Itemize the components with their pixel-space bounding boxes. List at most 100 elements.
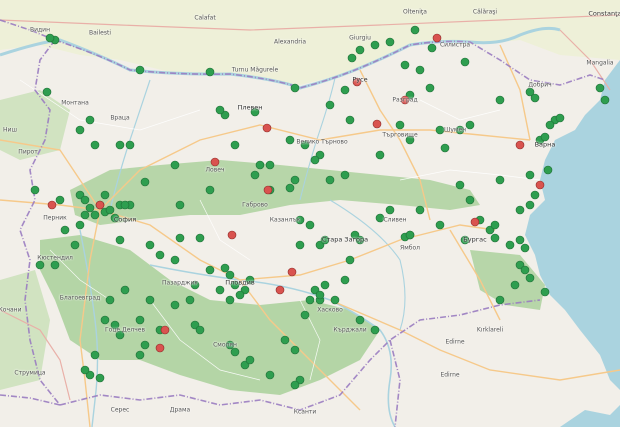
map-marker-green[interactable] <box>185 295 195 305</box>
map-marker-green[interactable] <box>340 85 350 95</box>
map-marker-green[interactable] <box>440 143 450 153</box>
map-marker-green[interactable] <box>285 135 295 145</box>
map-marker-green[interactable] <box>110 320 120 330</box>
map-marker-green[interactable] <box>290 345 300 355</box>
map-marker-green[interactable] <box>50 260 60 270</box>
map-marker-green[interactable] <box>175 233 185 243</box>
map-marker-green[interactable] <box>510 280 520 290</box>
map-marker-green[interactable] <box>405 230 415 240</box>
map-marker-green[interactable] <box>245 355 255 365</box>
map-marker-green[interactable] <box>230 140 240 150</box>
map-marker-green[interactable] <box>290 83 300 93</box>
map-marker-green[interactable] <box>427 43 437 53</box>
map-marker-green[interactable] <box>170 300 180 310</box>
map-marker-green[interactable] <box>120 200 130 210</box>
map-marker-green[interactable] <box>110 213 120 223</box>
map-marker-green[interactable] <box>305 295 315 305</box>
map-marker-green[interactable] <box>600 95 610 105</box>
map-marker-green[interactable] <box>460 57 470 67</box>
map-marker-green[interactable] <box>530 190 540 200</box>
map-marker-green[interactable] <box>435 125 445 135</box>
map-marker-green[interactable] <box>515 205 525 215</box>
map-marker-green[interactable] <box>515 235 525 245</box>
map-marker-green[interactable] <box>230 280 240 290</box>
map-marker-green[interactable] <box>295 215 305 225</box>
map-marker-red[interactable] <box>515 140 525 150</box>
map-marker-green[interactable] <box>455 125 465 135</box>
map-marker-green[interactable] <box>195 325 205 335</box>
map-marker-green[interactable] <box>190 280 200 290</box>
map-marker-red[interactable] <box>262 123 272 133</box>
map-marker-green[interactable] <box>375 213 385 223</box>
map-marker-green[interactable] <box>115 330 125 340</box>
map-marker-green[interactable] <box>410 25 420 35</box>
map-marker-green[interactable] <box>170 255 180 265</box>
map-marker-green[interactable] <box>42 87 52 97</box>
map-marker-green[interactable] <box>290 175 300 185</box>
map-marker-green[interactable] <box>100 315 110 325</box>
map-marker-green[interactable] <box>345 115 355 125</box>
map-marker-green[interactable] <box>555 113 565 123</box>
map-marker-green[interactable] <box>395 120 405 130</box>
map-marker-green[interactable] <box>525 273 535 283</box>
map-marker-green[interactable] <box>355 235 365 245</box>
map-marker-green[interactable] <box>320 235 330 245</box>
map-marker-green[interactable] <box>340 275 350 285</box>
map-marker-green[interactable] <box>285 183 295 193</box>
map-marker-green[interactable] <box>265 160 275 170</box>
map-marker-red[interactable] <box>352 77 362 87</box>
map-marker-green[interactable] <box>105 295 115 305</box>
map-marker-green[interactable] <box>300 310 310 320</box>
map-marker-red[interactable] <box>432 33 442 43</box>
map-marker-green[interactable] <box>325 175 335 185</box>
map-marker-green[interactable] <box>135 315 145 325</box>
map-marker-green[interactable] <box>225 270 235 280</box>
map-marker-green[interactable] <box>195 233 205 243</box>
map-marker-green[interactable] <box>75 220 85 230</box>
map-marker-red[interactable] <box>470 217 480 227</box>
map-marker-green[interactable] <box>225 340 235 350</box>
map-marker-green[interactable] <box>315 290 325 300</box>
map-marker-green[interactable] <box>215 285 225 295</box>
map-marker-green[interactable] <box>455 180 465 190</box>
map-marker-green[interactable] <box>90 350 100 360</box>
map-marker-green[interactable] <box>375 150 385 160</box>
map-marker-green[interactable] <box>135 350 145 360</box>
map-marker-green[interactable] <box>215 105 225 115</box>
map-marker-green[interactable] <box>340 170 350 180</box>
map-marker-green[interactable] <box>465 120 475 130</box>
map-marker-red[interactable] <box>160 325 170 335</box>
map-marker-green[interactable] <box>415 205 425 215</box>
map-marker-green[interactable] <box>100 190 110 200</box>
map-marker-green[interactable] <box>220 263 230 273</box>
map-marker-green[interactable] <box>250 170 260 180</box>
map-marker-green[interactable] <box>280 335 290 345</box>
map-marker-green[interactable] <box>205 185 215 195</box>
map-marker-green[interactable] <box>120 285 130 295</box>
map-marker-green[interactable] <box>205 265 215 275</box>
map-marker-green[interactable] <box>155 250 165 260</box>
map-marker-green[interactable] <box>400 60 410 70</box>
map-marker-green[interactable] <box>55 195 65 205</box>
map-marker-green[interactable] <box>495 295 505 305</box>
map-marker-red[interactable] <box>155 343 165 353</box>
map-marker-green[interactable] <box>530 93 540 103</box>
map-marker-green[interactable] <box>385 205 395 215</box>
map-marker-green[interactable] <box>80 195 90 205</box>
map-marker-green[interactable] <box>385 37 395 47</box>
map-marker-green[interactable] <box>325 100 335 110</box>
map-marker-green[interactable] <box>425 83 435 93</box>
map-marker-green[interactable] <box>415 65 425 75</box>
map-marker-green[interactable] <box>235 290 245 300</box>
map-marker-green[interactable] <box>295 240 305 250</box>
map-marker-red[interactable] <box>287 267 297 277</box>
map-marker-green[interactable] <box>310 155 320 165</box>
map-marker-green[interactable] <box>30 185 40 195</box>
map-marker-green[interactable] <box>170 160 180 170</box>
map-marker-green[interactable] <box>140 177 150 187</box>
map-marker-green[interactable] <box>405 135 415 145</box>
map-marker-green[interactable] <box>355 315 365 325</box>
map-marker-green[interactable] <box>230 347 240 357</box>
map-marker-green[interactable] <box>145 240 155 250</box>
map-marker-green[interactable] <box>495 95 505 105</box>
